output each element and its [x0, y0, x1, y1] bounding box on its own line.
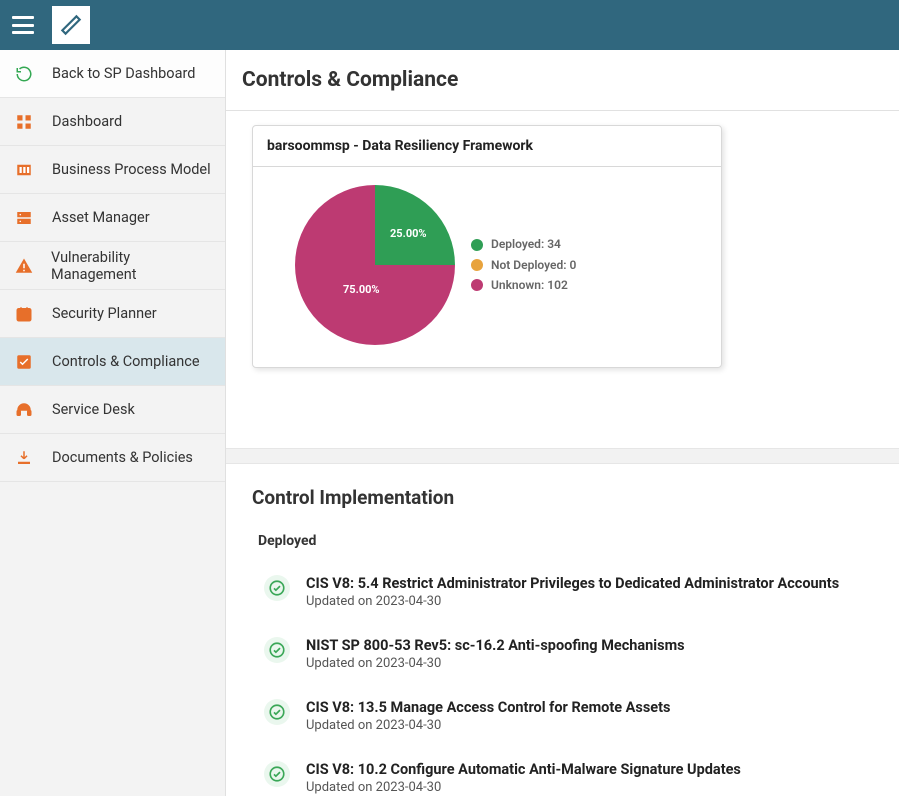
sidebar-item-label: Security Planner	[52, 305, 157, 322]
dot-icon	[471, 279, 483, 291]
legend-not-deployed: Not Deployed: 0	[471, 255, 576, 275]
control-text: NIST SP 800-53 Rev5: sc-16.2 Anti-spoofi…	[306, 637, 873, 671]
sidebar: Back to SP Dashboard Dashboard Business Pr…	[0, 50, 226, 796]
control-list: CIS V8: 5.4 Restrict Administrator Privi…	[252, 575, 873, 795]
implementation-section: Control Implementation Deployed CIS V8: …	[226, 464, 899, 796]
sidebar-item-8[interactable]: Documents & Policies	[0, 434, 225, 482]
legend: Deployed: 34 Not Deployed: 0 Unknown: 10…	[471, 234, 576, 295]
check-circle-icon	[264, 699, 290, 725]
topbar	[0, 0, 899, 50]
chart-area: barsoommsp - Data Resiliency Framework 2…	[226, 111, 899, 408]
wrench-icon	[58, 12, 84, 38]
grid-icon	[14, 112, 34, 132]
check-circle-icon	[264, 575, 290, 601]
sidebar-item-label: Back to SP Dashboard	[52, 65, 195, 82]
sidebar-item-label: Service Desk	[52, 401, 135, 418]
menu-toggle[interactable]	[12, 16, 34, 34]
legend-unknown: Unknown: 102	[471, 275, 576, 295]
control-title: CIS V8: 13.5 Manage Access Control for R…	[306, 699, 873, 716]
check-icon	[14, 352, 34, 372]
sidebar-item-label: Controls & Compliance	[52, 353, 200, 370]
chart-title: barsoommsp - Data Resiliency Framework	[253, 126, 721, 167]
dot-icon	[471, 259, 483, 271]
sidebar-item-3[interactable]: Asset Manager	[0, 194, 225, 242]
headset-icon	[14, 400, 34, 420]
control-updated: Updated on 2023-04-30	[306, 718, 873, 733]
control-updated: Updated on 2023-04-30	[306, 656, 873, 671]
asset-icon	[14, 208, 34, 228]
implementation-subtitle: Deployed	[258, 533, 873, 549]
chart-card: barsoommsp - Data Resiliency Framework 2…	[252, 125, 722, 368]
control-item[interactable]: CIS V8: 10.2 Configure Automatic Anti-Ma…	[252, 761, 873, 795]
check-circle-icon	[264, 761, 290, 787]
control-text: CIS V8: 5.4 Restrict Administrator Privi…	[306, 575, 873, 609]
section-separator	[226, 448, 899, 464]
control-updated: Updated on 2023-04-30	[306, 594, 873, 609]
control-item[interactable]: CIS V8: 13.5 Manage Access Control for R…	[252, 699, 873, 733]
control-text: CIS V8: 10.2 Configure Automatic Anti-Ma…	[306, 761, 873, 795]
pie-chart: 25.00% 75.00%	[295, 185, 455, 345]
control-updated: Updated on 2023-04-30	[306, 780, 873, 795]
back-icon	[14, 64, 34, 84]
control-title: CIS V8: 5.4 Restrict Administrator Privi…	[306, 575, 873, 592]
legend-label: Unknown: 102	[491, 275, 568, 295]
control-title: CIS V8: 10.2 Configure Automatic Anti-Ma…	[306, 761, 873, 778]
sidebar-item-0[interactable]: Back to SP Dashboard	[0, 50, 225, 98]
control-item[interactable]: CIS V8: 5.4 Restrict Administrator Privi…	[252, 575, 873, 609]
sidebar-item-2[interactable]: Business Process Model	[0, 146, 225, 194]
pie-label-unknown: 75.00%	[343, 283, 380, 296]
control-title: NIST SP 800-53 Rev5: sc-16.2 Anti-spoofi…	[306, 637, 873, 654]
legend-deployed: Deployed: 34	[471, 234, 576, 254]
pie-slices	[295, 185, 455, 345]
control-item[interactable]: NIST SP 800-53 Rev5: sc-16.2 Anti-spoofi…	[252, 637, 873, 671]
sidebar-item-5[interactable]: Security Planner	[0, 290, 225, 338]
sidebar-item-7[interactable]: Service Desk	[0, 386, 225, 434]
sidebar-item-label: Documents & Policies	[52, 449, 193, 466]
chart-body: 25.00% 75.00% Deployed: 34 Not Deployed:…	[253, 167, 721, 367]
app-logo	[52, 6, 90, 44]
sidebar-item-4[interactable]: Vulnerability Management	[0, 242, 225, 290]
control-text: CIS V8: 13.5 Manage Access Control for R…	[306, 699, 873, 733]
download-icon	[14, 448, 34, 468]
bpm-icon	[14, 160, 34, 180]
calendar-icon	[14, 304, 34, 324]
page-title: Controls & Compliance	[226, 50, 899, 111]
dot-icon	[471, 239, 483, 251]
warning-icon	[14, 256, 33, 276]
sidebar-item-label: Dashboard	[52, 113, 122, 130]
sidebar-item-label: Asset Manager	[52, 209, 150, 226]
content: Controls & Compliance barsoommsp - Data …	[226, 50, 899, 796]
pie-label-deployed: 25.00%	[390, 227, 427, 240]
check-circle-icon	[264, 637, 290, 663]
legend-label: Deployed: 34	[491, 234, 561, 254]
sidebar-item-label: Vulnerability Management	[51, 249, 211, 283]
sidebar-item-1[interactable]: Dashboard	[0, 98, 225, 146]
legend-label: Not Deployed: 0	[491, 255, 576, 275]
sidebar-item-label: Business Process Model	[52, 161, 211, 178]
sidebar-item-6[interactable]: Controls & Compliance	[0, 338, 225, 386]
implementation-title: Control Implementation	[252, 486, 873, 509]
